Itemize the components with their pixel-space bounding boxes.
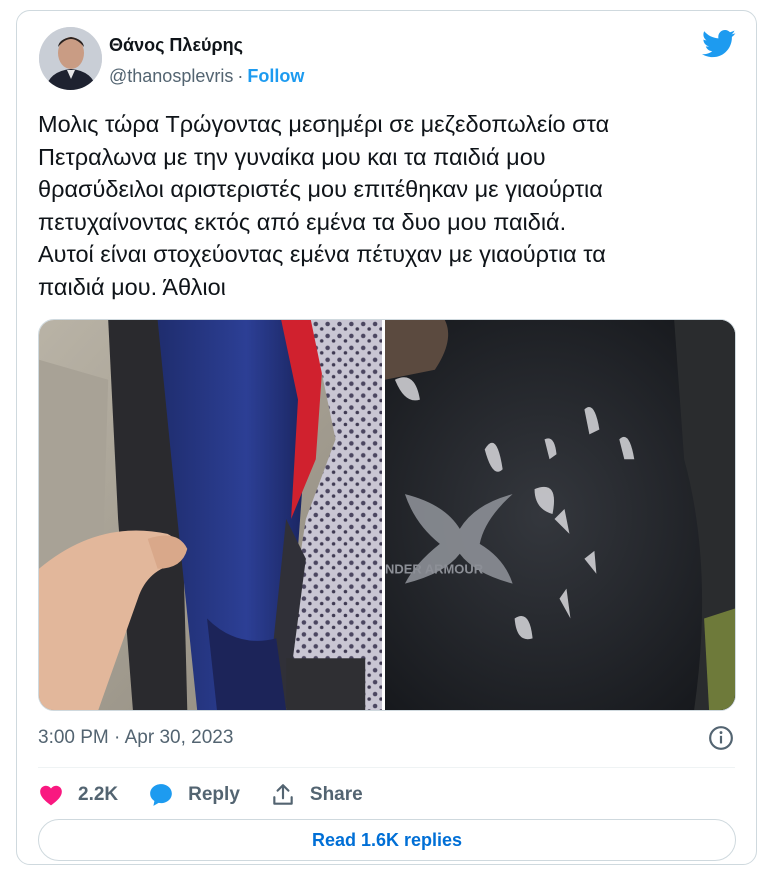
sweatshirt-photo[interactable]: NDER ARMOUR <box>385 320 735 710</box>
share-button[interactable]: Share <box>270 782 363 808</box>
action-bar: 2.2K Reply Share <box>38 777 393 813</box>
reply-bubble-icon <box>150 784 172 806</box>
author-avatar[interactable] <box>39 27 102 90</box>
jacket-photo-image <box>39 320 383 710</box>
tweet-text: Μολις τώρα Τρώγοντας μεσημέρι σε μεζεδοπ… <box>38 111 610 300</box>
author-name[interactable]: Θάνος Πλεύρης <box>109 35 243 56</box>
share-label: Share <box>309 784 363 805</box>
media-grid: NDER ARMOUR <box>38 319 736 711</box>
like-count: 2.2K <box>78 784 119 805</box>
read-replies-button[interactable]: Read 1.6K replies <box>38 819 736 861</box>
author-handle-row: @thanosplevris · Follow <box>109 66 304 87</box>
tweet-card: Θάνος Πλεύρης @thanosplevris · Follow Μολι… <box>16 10 757 865</box>
like-button[interactable]: 2.2K <box>38 782 118 808</box>
share-icon <box>273 784 293 805</box>
author-handle[interactable]: @thanosplevris <box>109 66 233 86</box>
follow-button[interactable]: Follow <box>247 66 304 86</box>
avatar-image <box>39 27 102 90</box>
sweatshirt-photo-image: NDER ARMOUR <box>385 320 735 710</box>
shirt-brand-text: NDER ARMOUR <box>385 562 484 577</box>
twitter-bird-icon[interactable] <box>702 29 736 59</box>
reply-button[interactable]: Reply <box>148 782 240 808</box>
heart-icon <box>40 785 62 806</box>
info-icon[interactable] <box>708 725 734 751</box>
jacket-photo[interactable] <box>39 320 386 710</box>
reply-label: Reply <box>188 784 240 805</box>
handle-separator: · <box>237 66 244 86</box>
tweet-timestamp[interactable]: 3:00 PM · Apr 30, 2023 <box>38 727 233 749</box>
divider <box>38 767 735 768</box>
